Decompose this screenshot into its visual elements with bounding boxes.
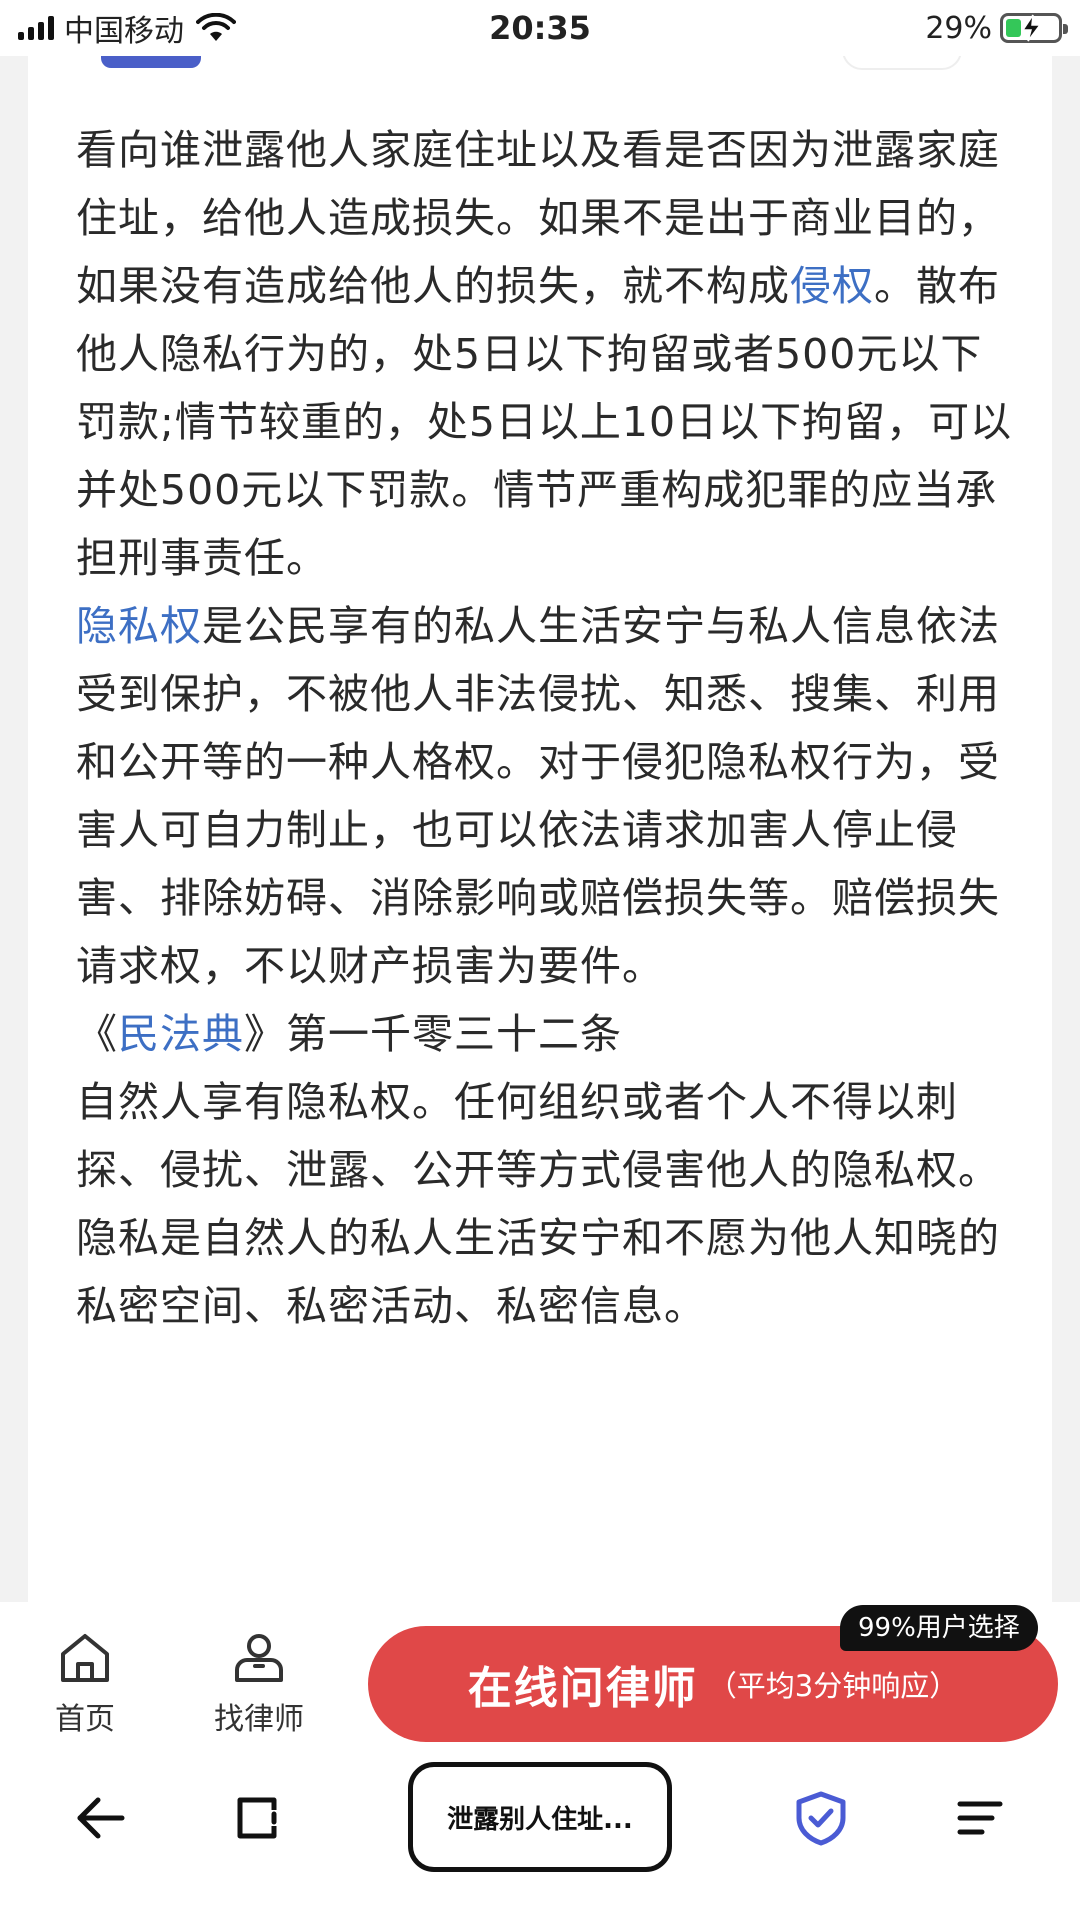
menu-icon: [957, 1801, 1003, 1835]
author-badge: [101, 56, 201, 68]
signal-icon: [18, 16, 54, 40]
tab-find-lawyer-label: 找律师: [214, 1702, 304, 1737]
bottom-action-bar: 首页 找律师 在线问律师 （平均3分钟响应） 99%用户选择: [0, 1602, 1080, 1742]
back-arrow-icon: [77, 1797, 125, 1839]
paragraph-1: 看向谁泄露他人家庭住址以及看是否因为泄露家庭住址，给他人造成损失。如果不是出于商…: [76, 126, 1013, 582]
wifi-icon: [196, 13, 236, 41]
cta-main-label: 在线问律师: [467, 1663, 698, 1714]
menu-button[interactable]: [944, 1782, 1016, 1854]
link-civil-code[interactable]: 民法典: [118, 1010, 244, 1058]
tab-home-label: 首页: [55, 1702, 115, 1737]
answer-header: [76, 56, 1012, 82]
paragraph-3: 自然人享有隐私权。任何组织或者个人不得以刺探、侵扰、泄露、公开等方式侵害他人的隐…: [76, 1078, 1000, 1194]
status-bar: 中国移动 20:35 29%: [0, 0, 1080, 56]
paragraph-2: 隐私权是公民享有的私人生活安宁与私人信息依法受到保护，不被他人非法侵扰、知悉、搜…: [76, 602, 1000, 990]
law-citation: 《民法典》第一千零三十二条: [76, 1010, 622, 1058]
answer-card: 看向谁泄露他人家庭住址以及看是否因为泄露家庭住址，给他人造成损失。如果不是出于商…: [28, 56, 1052, 1602]
page-title: 泄露别人住址...: [447, 1804, 633, 1835]
answer-body: 看向谁泄露他人家庭住址以及看是否因为泄露家庭住址，给他人造成损失。如果不是出于商…: [76, 116, 1016, 1340]
cta-sub-label: （平均3分钟响应）: [707, 1669, 959, 1703]
security-button[interactable]: [785, 1782, 857, 1854]
lawyer-icon: [235, 1634, 283, 1682]
tab-find-lawyer[interactable]: 找律师: [194, 1626, 324, 1738]
paragraph-4: 隐私是自然人的私人生活安宁和不愿为他人知晓的私密空间、私密活动、私密信息。: [76, 1214, 1000, 1330]
battery-charging-icon: [1000, 13, 1068, 43]
shield-check-icon: [796, 1791, 846, 1846]
home-icon: [61, 1634, 109, 1682]
tabs-icon: [237, 1797, 277, 1839]
browser-toolbar: 泄露别人住址...: [0, 1742, 1080, 1920]
link-infringement[interactable]: 侵权: [790, 262, 874, 310]
back-button[interactable]: [64, 1782, 136, 1854]
tab-home[interactable]: 首页: [20, 1626, 150, 1738]
bolt-icon: [1021, 14, 1042, 42]
tabs-button[interactable]: [222, 1782, 294, 1854]
battery-percent: 29%: [925, 10, 992, 46]
page-title-pill[interactable]: 泄露别人住址...: [408, 1762, 672, 1872]
carrier-name: 中国移动: [64, 14, 184, 49]
follow-button[interactable]: [842, 56, 962, 70]
user-choice-badge: 99%用户选择: [840, 1605, 1038, 1651]
link-privacy-right[interactable]: 隐私权: [76, 602, 202, 650]
